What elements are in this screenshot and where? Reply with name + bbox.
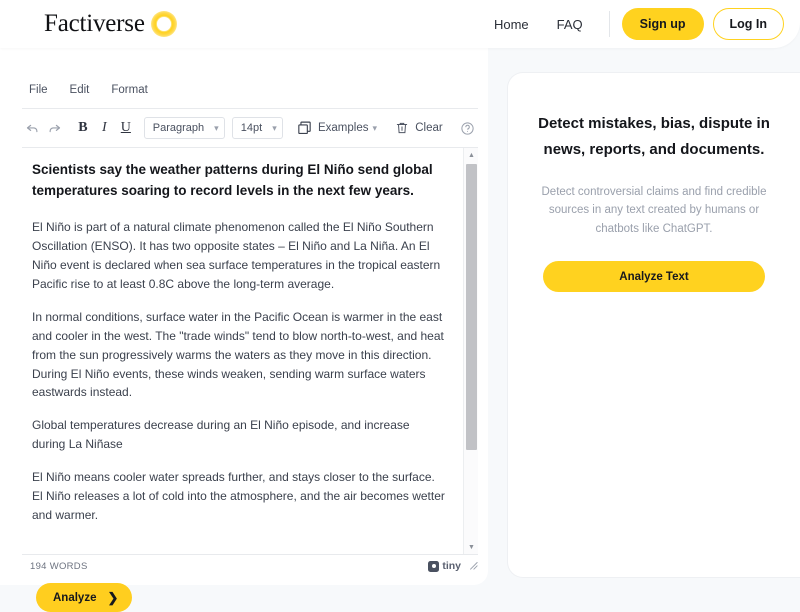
info-panel-subtitle: Detect controversial claims and find cre… — [541, 185, 767, 236]
tinymce-logo-icon — [428, 560, 440, 572]
underline-button[interactable]: U — [115, 116, 136, 140]
brand-name: Factiverse — [44, 10, 145, 37]
document-heading: Scientists say the weather patterns duri… — [32, 162, 433, 198]
editor-toolbar: B I U Paragraph ▾ 14pt ▾ Examples ▾ Clea… — [22, 109, 478, 147]
scrollbar-thumb[interactable] — [466, 164, 477, 450]
scroll-down-arrow-icon[interactable]: ▼ — [464, 540, 478, 554]
document-editor[interactable]: Scientists say the weather patterns duri… — [22, 148, 478, 554]
bold-button[interactable]: B — [72, 116, 93, 140]
resize-grip-icon[interactable] — [468, 560, 478, 573]
analyze-button-label: Analyze — [53, 591, 97, 604]
top-header: Factiverse Home FAQ Sign up Log In — [0, 0, 800, 48]
question-circle-icon[interactable] — [456, 116, 477, 140]
main-nav: Home FAQ Sign up Log In — [480, 8, 784, 40]
italic-button[interactable]: I — [94, 116, 115, 140]
brand-logo[interactable]: Factiverse — [44, 10, 177, 38]
trash-icon[interactable] — [391, 116, 412, 140]
chevron-right-icon: ❯ — [107, 589, 119, 605]
nav-link-faq[interactable]: FAQ — [543, 11, 597, 38]
block-format-select[interactable]: Paragraph ▾ — [143, 117, 225, 139]
font-size-value: 14pt — [240, 122, 263, 134]
editor-statusbar: 194 WORDS tiny — [22, 555, 478, 577]
nav-divider — [608, 11, 610, 37]
analyze-button[interactable]: Analyze ❯ — [36, 583, 133, 612]
nav-link-home[interactable]: Home — [480, 11, 543, 38]
chevron-down-icon: ▾ — [272, 122, 277, 133]
document-content[interactable]: Scientists say the weather patterns duri… — [22, 148, 460, 554]
examples-button[interactable]: Examples ▾ — [315, 122, 380, 134]
word-count: 194 WORDS — [30, 560, 88, 572]
info-panel: Detect mistakes, bias, dispute in news, … — [507, 72, 800, 578]
clear-button[interactable]: Clear — [412, 122, 445, 134]
editor-scrollbar[interactable]: ▲ ▼ — [463, 148, 478, 554]
document-paragraph: El Niño means cooler water spreads furth… — [32, 470, 445, 523]
tinymce-brand-link[interactable]: tiny — [428, 560, 461, 572]
document-paragraph: El Niño is part of a natural climate phe… — [32, 219, 441, 291]
tinymce-brand-label: tiny — [442, 560, 461, 572]
redo-arrow-icon[interactable] — [43, 116, 64, 140]
undo-arrow-icon[interactable] — [22, 116, 43, 140]
chevron-down-icon: ▾ — [372, 123, 378, 133]
font-size-select[interactable]: 14pt ▾ — [231, 117, 283, 139]
menu-edit[interactable]: Edit — [63, 80, 97, 100]
block-format-value: Paragraph — [152, 122, 205, 134]
menu-format[interactable]: Format — [104, 80, 154, 100]
menu-file[interactable]: File — [22, 80, 55, 100]
editor-menubar: File Edit Format — [22, 80, 155, 100]
copy-stack-icon[interactable] — [294, 116, 315, 140]
examples-label: Examples — [317, 122, 369, 134]
login-button[interactable]: Log In — [712, 8, 784, 40]
scroll-up-arrow-icon[interactable]: ▲ — [464, 148, 478, 162]
editor-panel: File Edit Format B I U Paragraph ▾ 14pt … — [0, 48, 488, 612]
document-paragraph: In normal conditions, surface water in t… — [32, 309, 444, 400]
document-paragraph: Global temperatures decrease during an E… — [32, 418, 410, 452]
analyze-text-button[interactable]: Analyze Text — [543, 261, 765, 293]
signup-button[interactable]: Sign up — [621, 8, 704, 40]
info-panel-title: Detect mistakes, bias, dispute in news, … — [538, 115, 770, 159]
chevron-down-icon: ▾ — [214, 122, 219, 133]
sun-icon — [150, 11, 177, 37]
